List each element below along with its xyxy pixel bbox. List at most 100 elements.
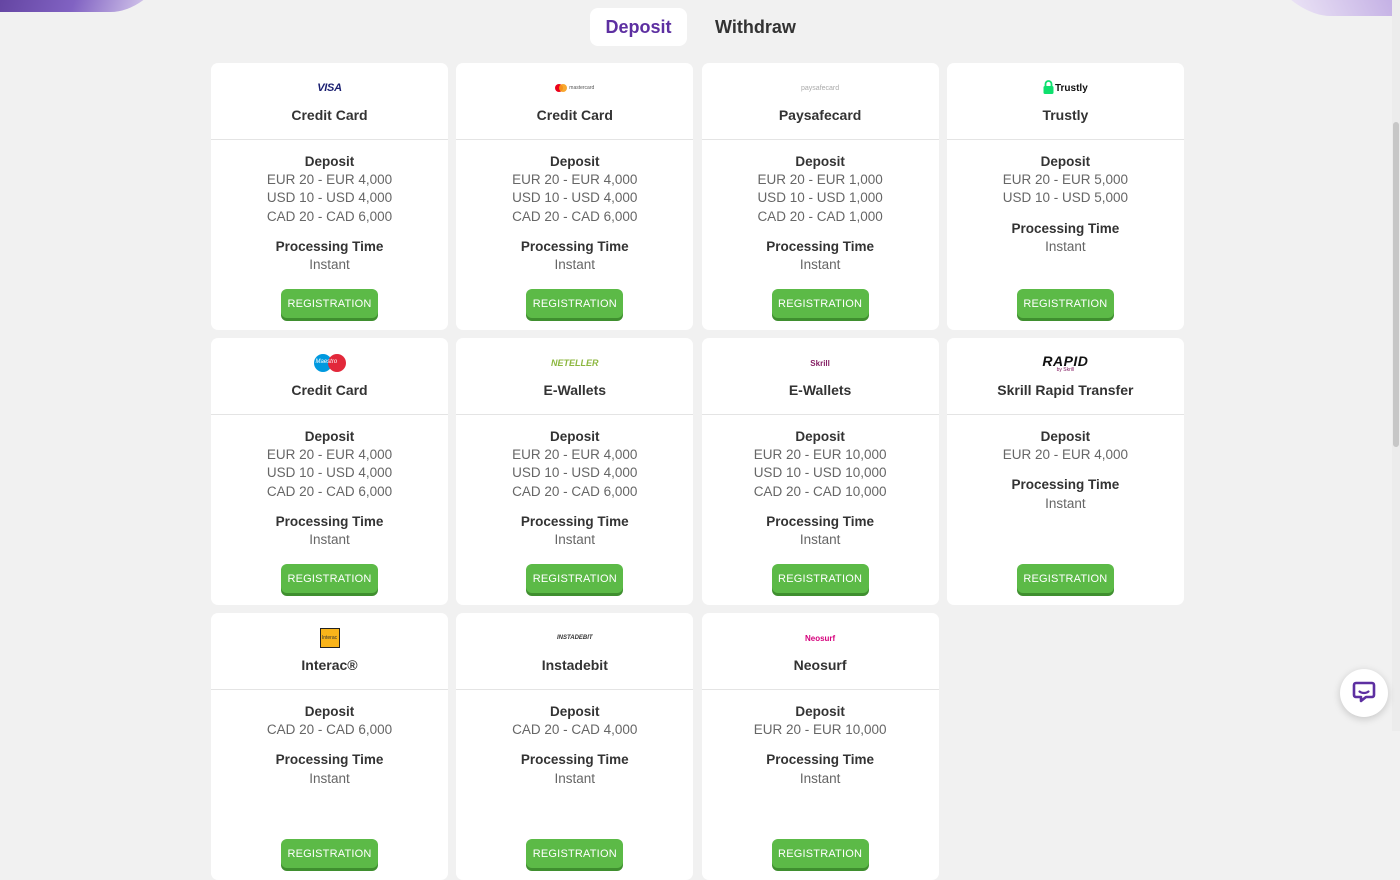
button-container: REGISTRATION <box>947 256 1184 330</box>
registration-button[interactable]: REGISTRATION <box>526 564 624 593</box>
tab-bar: Deposit Withdraw <box>590 8 816 46</box>
deposit-limit: CAD 20 - CAD 6,000 <box>266 208 393 224</box>
live-chat-button[interactable] <box>1340 669 1388 717</box>
button-container: REGISTRATION <box>211 274 448 330</box>
payment-method-name: Credit Card <box>291 382 368 398</box>
processing-time-label: Processing Time <box>520 513 629 529</box>
payment-method-card: mastercard Credit Card Deposit EUR 20 - EUR… <box>456 63 694 330</box>
header-decoration-right <box>1269 0 1400 16</box>
card-body: Deposit EUR 20 - EUR 10,000 Processing Tim… <box>702 690 939 788</box>
card-header: Maestro Credit Card <box>211 338 448 415</box>
deposit-label: Deposit <box>304 154 355 169</box>
registration-button[interactable]: REGISTRATION <box>526 839 624 868</box>
registration-button[interactable]: REGISTRATION <box>281 289 378 318</box>
deposit-limit: CAD 20 - CAD 4,000 <box>512 722 638 738</box>
payment-logo: paysafecard <box>801 78 839 98</box>
payment-method-name: Neosurf <box>793 657 847 673</box>
registration-button[interactable]: REGISTRATION <box>1016 289 1114 318</box>
card-header: RAPID by Skrill Skrill Rapid Transfer <box>946 338 1184 415</box>
deposit-label: Deposit <box>795 154 845 169</box>
neteller-logo: NETELLER <box>551 358 599 368</box>
tab-deposit[interactable]: Deposit <box>590 8 687 46</box>
scrollbar[interactable] <box>1392 0 1400 731</box>
deposit-limit: USD 10 - USD 1,000 <box>757 190 883 206</box>
deposit-limit: CAD 20 - CAD 6,000 <box>512 208 638 224</box>
button-container: REGISTRATION <box>456 274 693 330</box>
deposit-label: Deposit <box>550 704 600 719</box>
payment-method-card: Interac Interac® Deposit CAD 20 - CAD 6,000… <box>211 613 448 880</box>
button-container: REGISTRATION <box>211 788 448 880</box>
registration-button[interactable]: REGISTRATION <box>771 839 869 868</box>
button-container: REGISTRATION <box>947 513 1184 605</box>
registration-button[interactable]: REGISTRATION <box>771 289 869 318</box>
card-body: Deposit EUR 20 - EUR 5,000 USD 10 - USD 5,… <box>947 140 1184 256</box>
payment-method-name: Credit Card <box>291 107 368 123</box>
mastercard-logo: mastercard <box>555 84 594 92</box>
card-body: Deposit EUR 20 - EUR 4,000 USD 10 - USD 4,… <box>456 415 693 549</box>
processing-time-value: Instant <box>554 257 596 273</box>
processing-time-value: Instant <box>799 257 841 273</box>
scrollbar-thumb[interactable] <box>1393 122 1399 447</box>
payment-method-card: RAPID by Skrill Skrill Rapid Transfer Depos… <box>946 338 1184 605</box>
deposit-limit: USD 10 - USD 10,000 <box>753 465 887 481</box>
payment-method-name: Interac® <box>301 657 358 673</box>
registration-button[interactable]: REGISTRATION <box>526 289 624 318</box>
chat-bubble-icon <box>1351 678 1377 709</box>
processing-time-label: Processing Time <box>520 752 629 768</box>
skrill-logo: Skrill <box>810 358 830 368</box>
deposit-limit: CAD 20 - CAD 1,000 <box>757 208 883 224</box>
processing-time-label: Processing Time <box>520 238 629 254</box>
processing-time-value: Instant <box>309 257 350 273</box>
paysafecard-logo: paysafecard <box>801 84 840 92</box>
deposit-limit: CAD 20 - CAD 10,000 <box>753 483 887 499</box>
visa-logo: VISA <box>317 82 342 94</box>
card-body: Deposit EUR 20 - EUR 1,000 USD 10 - USD 1,… <box>702 140 939 274</box>
button-container: REGISTRATION <box>702 788 939 880</box>
card-header: INSTADEBIT Instadebit <box>456 613 694 690</box>
processing-time-label: Processing Time <box>1011 477 1120 493</box>
payment-method-name: E-Wallets <box>543 382 607 398</box>
button-container: REGISTRATION <box>456 549 693 605</box>
maestro-logo-text: Maestro <box>315 359 338 365</box>
processing-time-value: Instant <box>309 770 350 786</box>
deposit-limit: CAD 20 - CAD 6,000 <box>266 483 393 499</box>
card-header: paysafecard Paysafecard <box>701 63 939 140</box>
registration-button[interactable]: REGISTRATION <box>281 564 378 593</box>
payment-method-card: paysafecard Paysafecard Deposit EUR 20 - EU… <box>701 63 939 330</box>
deposit-limit: EUR 20 - EUR 10,000 <box>753 447 887 463</box>
deposit-label: Deposit <box>304 429 355 444</box>
deposit-limit: EUR 20 - EUR 4,000 <box>266 447 393 463</box>
registration-button[interactable]: REGISTRATION <box>281 839 378 868</box>
card-header: Interac Interac® <box>211 613 448 690</box>
deposit-limit: USD 10 - USD 5,000 <box>1002 190 1129 206</box>
card-body: Deposit CAD 20 - CAD 6,000 Processing Time… <box>211 690 448 788</box>
registration-button[interactable]: REGISTRATION <box>1016 564 1114 593</box>
payment-method-name: Trustly <box>1042 107 1089 123</box>
registration-button[interactable]: REGISTRATION <box>771 564 869 593</box>
maestro-logo: Maestro <box>313 353 346 373</box>
rapid-transfer-logo: RAPID by Skrill <box>1042 354 1088 373</box>
processing-time-value: Instant <box>554 770 596 786</box>
deposit-label: Deposit <box>304 704 355 719</box>
card-header: Skrill E-Wallets <box>701 338 939 415</box>
processing-time-value: Instant <box>799 770 841 786</box>
mastercard-logo-text: mastercard <box>569 85 595 91</box>
deposit-limit: EUR 20 - EUR 4,000 <box>512 447 638 463</box>
payment-logo: VISA <box>317 78 342 98</box>
processing-time-label: Processing Time <box>275 513 384 529</box>
processing-time-label: Processing Time <box>766 513 874 529</box>
payment-method-card: NETELLER E-Wallets Deposit EUR 20 - EUR 4,0… <box>456 338 694 605</box>
card-header: NETELLER E-Wallets <box>456 338 694 415</box>
processing-time-value: Instant <box>554 532 596 548</box>
payment-logo: Trustly <box>1043 78 1088 98</box>
processing-time-label: Processing Time <box>275 752 384 768</box>
instadebit-logo: INSTADEBIT <box>557 635 593 641</box>
lock-icon <box>1043 79 1054 97</box>
tab-withdraw[interactable]: Withdraw <box>695 8 816 46</box>
payment-method-card: Trustly Trustly Deposit EUR 20 - EUR 5,000 U… <box>946 63 1184 330</box>
payment-method-card: VISA Credit Card Deposit EUR 20 - EUR 4,000… <box>211 63 448 330</box>
payment-method-name: Paysafecard <box>778 107 862 123</box>
card-header: mastercard Credit Card <box>456 63 694 140</box>
deposit-limit: USD 10 - USD 4,000 <box>266 190 393 206</box>
card-header: Neosurf Neosurf <box>701 613 939 690</box>
